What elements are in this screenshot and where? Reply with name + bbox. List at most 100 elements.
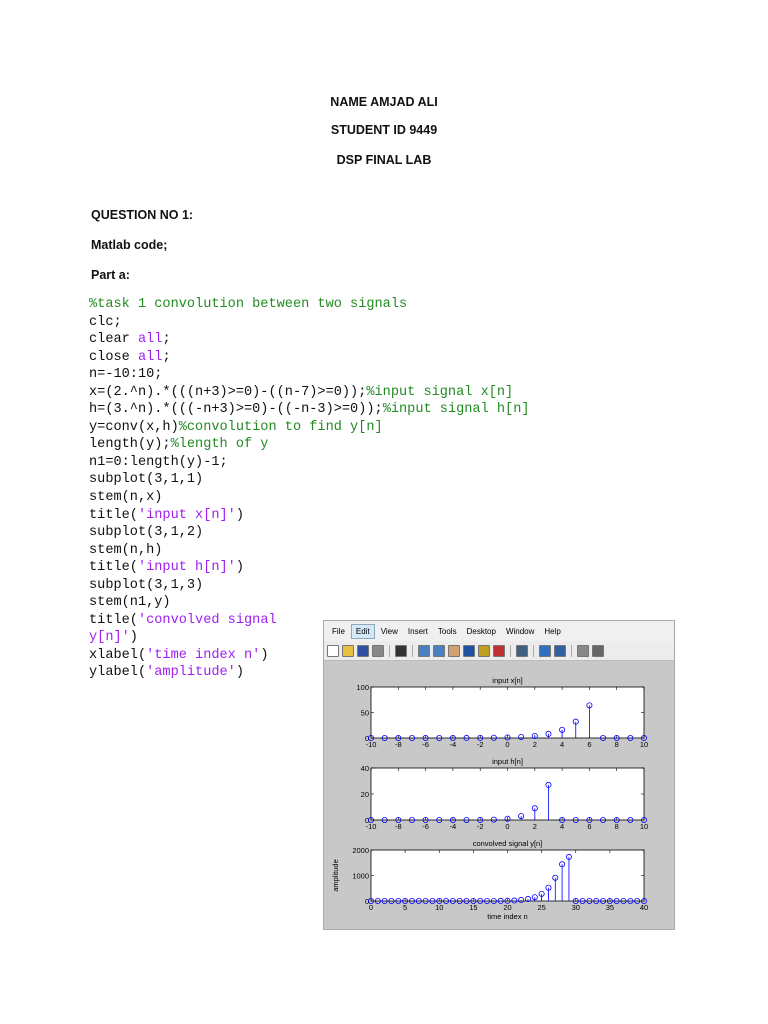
code-text: n1=0:length(y)-1; — [89, 454, 228, 470]
x-tick-label: -2 — [477, 740, 484, 749]
code-text: ylabel( — [89, 665, 147, 681]
code-string: 'amplitude' — [146, 665, 236, 681]
menu-file[interactable]: File — [328, 625, 349, 638]
x-tick-label: 0 — [505, 822, 509, 831]
menu-insert[interactable]: Insert — [404, 625, 432, 638]
x-tick-label: 0 — [369, 903, 373, 912]
code-text: clear — [89, 332, 138, 348]
x-tick-label: -2 — [477, 822, 484, 831]
code-label: Matlab code; — [91, 238, 168, 252]
code-line: length(y);%length of y — [89, 436, 530, 454]
pan-hand-icon[interactable] — [448, 644, 460, 657]
y-tick-label: 40 — [361, 764, 369, 773]
save-icon[interactable] — [357, 644, 369, 657]
code-text: subplot(3,1,3) — [89, 577, 204, 593]
code-text: close — [89, 349, 138, 365]
code-line: subplot(3,1,2) — [89, 524, 530, 542]
code-line: stem(n,x) — [89, 489, 530, 507]
menu-tools[interactable]: Tools — [434, 625, 461, 638]
plot-axes-1 — [370, 686, 645, 739]
toolbar-separator — [389, 644, 390, 657]
code-comment: %length of y — [170, 437, 269, 453]
code-line: stem(n,h) — [89, 542, 530, 560]
x-tick-label: 2 — [533, 740, 537, 749]
x-tick-label: -8 — [395, 822, 402, 831]
code-text: ) — [129, 630, 138, 646]
hide-plot-tools-icon[interactable] — [577, 644, 589, 657]
code-line: %task 1 convolution between two signals — [89, 296, 530, 314]
x-tick-label: 30 — [572, 903, 580, 912]
zoom-out-icon[interactable] — [433, 644, 445, 657]
code-line: h=(3.^n).*(((-n+3)>=0)-((-n-3)>=0));%inp… — [89, 401, 530, 419]
matlab-figure-window: File Edit View Insert Tools Desktop Window Help… — [323, 620, 675, 930]
menu-edit[interactable]: Edit — [350, 623, 375, 639]
y-tick-label: 1000 — [352, 872, 369, 881]
student-name: NAME AMJAD ALI — [330, 95, 438, 109]
code-comment: %input signal x[n] — [366, 384, 514, 400]
x-tick-label: 8 — [615, 822, 619, 831]
colorbar-icon[interactable] — [539, 644, 551, 657]
code-comment: %convolution to find y[n] — [178, 419, 383, 435]
code-text: ) — [235, 507, 245, 523]
code-line: title('input h[n]') — [89, 559, 530, 577]
code-text: ) — [235, 665, 245, 681]
menu-help[interactable]: Help — [540, 625, 564, 638]
code-line: clear all; — [89, 331, 530, 349]
toolbar-separator — [510, 644, 511, 657]
menu-view[interactable]: View — [377, 625, 402, 638]
code-line: subplot(3,1,3) — [89, 577, 530, 595]
menu-desktop[interactable]: Desktop — [463, 625, 500, 638]
x-tick-label: -8 — [395, 740, 402, 749]
show-plot-tools-icon[interactable] — [592, 644, 604, 657]
code-text: title( — [89, 612, 138, 628]
y-tick-label: 20 — [361, 790, 369, 799]
zoom-in-icon[interactable] — [418, 644, 430, 657]
code-text: title( — [89, 560, 138, 576]
code-string: 'input h[n]' — [137, 560, 236, 576]
x-tick-label: 10 — [640, 740, 648, 749]
stem-plots: input x[n]-10 -8 -6 -4 -2 0 2 4 6 8 10050100input … — [331, 676, 648, 921]
code-text: stem(n,h) — [89, 542, 163, 558]
x-tick-label: 4 — [560, 740, 564, 749]
link-plot-icon[interactable] — [516, 644, 528, 657]
toolbar-separator — [412, 644, 413, 657]
y-tick-label: 100 — [356, 683, 369, 692]
code-text: ; — [162, 349, 171, 365]
x-tick-label: -6 — [422, 740, 429, 749]
brush-icon[interactable] — [493, 644, 505, 657]
open-folder-icon[interactable] — [342, 644, 354, 657]
plot-title: input h[n] — [492, 757, 523, 766]
code-string: 'time index n' — [146, 647, 261, 663]
code-string: 'convolved signal — [137, 612, 277, 628]
code-text: subplot(3,1,2) — [89, 525, 204, 541]
x-tick-label: 4 — [560, 822, 564, 831]
menu-window[interactable]: Window — [502, 625, 538, 638]
x-tick-label: 25 — [537, 903, 545, 912]
pointer-icon[interactable] — [395, 644, 407, 657]
x-tick-label: 5 — [403, 903, 407, 912]
figure-menubar: File Edit View Insert Tools Desktop Window Help — [324, 621, 674, 641]
y-tick-label: 50 — [361, 709, 369, 718]
code-line: clc; — [89, 314, 530, 332]
x-axis-label: time index n — [487, 912, 527, 921]
x-tick-label: -4 — [450, 740, 457, 749]
code-text: y=conv(x,h) — [89, 419, 179, 435]
code-text: stem(n,x) — [89, 490, 163, 506]
toolbar-separator — [533, 644, 534, 657]
print-icon[interactable] — [372, 644, 384, 657]
code-line: y=conv(x,h)%convolution to find y[n] — [89, 419, 530, 437]
code-text: subplot(3,1,1) — [89, 472, 204, 488]
code-comment: %input signal h[n] — [382, 402, 530, 418]
x-tick-label: 15 — [469, 903, 477, 912]
rotate-3d-icon[interactable] — [463, 644, 475, 657]
data-cursor-icon[interactable] — [478, 644, 490, 657]
legend-icon[interactable] — [554, 644, 566, 657]
student-id: STUDENT ID 9449 — [330, 123, 438, 137]
y-axis-label: amplitude — [331, 859, 340, 892]
x-tick-label: 0 — [505, 740, 509, 749]
question-heading: QUESTION NO 1: — [91, 208, 194, 222]
code-text: xlabel( — [89, 647, 147, 663]
new-file-icon[interactable] — [327, 644, 339, 657]
x-tick-label: 2 — [533, 822, 537, 831]
code-line: x=(2.^n).*(((n+3)>=0)-((n-7)>=0));%input… — [89, 384, 530, 402]
